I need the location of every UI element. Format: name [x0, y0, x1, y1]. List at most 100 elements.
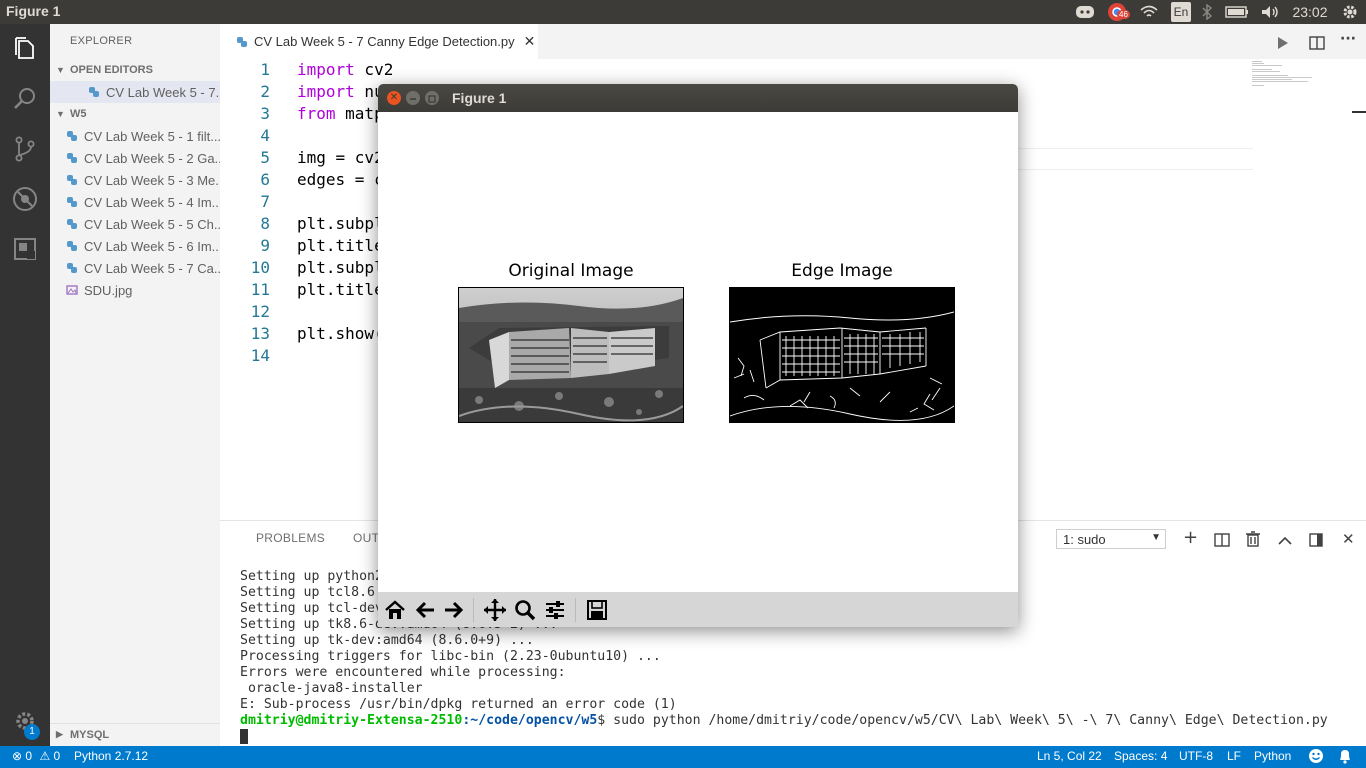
home-icon[interactable] [381, 596, 409, 624]
figure-titlebar[interactable]: ✕ Figure 1 [378, 84, 1018, 112]
terminal-line: Setting up python2 [240, 569, 383, 584]
terminal-line: Errors were encountered while processing… [240, 665, 566, 680]
line-number: 9 [260, 236, 270, 255]
trash-icon[interactable] [1246, 531, 1260, 551]
search-icon[interactable] [0, 76, 50, 122]
new-terminal-icon[interactable]: + [1183, 529, 1198, 547]
zoom-magnifier-icon[interactable] [511, 596, 539, 624]
line-number: 3 [260, 104, 270, 123]
close-panel-icon[interactable]: ✕ [1342, 530, 1355, 548]
settings-gear-icon[interactable]: 1 [0, 698, 50, 744]
image-file-icon [66, 284, 78, 296]
maximize-window-icon[interactable] [425, 91, 439, 105]
system-gear-icon[interactable] [1339, 2, 1361, 22]
bluetooth-icon[interactable] [1198, 2, 1216, 22]
terminal-line: Setting up tcl-dev [240, 601, 383, 616]
mysql-section[interactable]: ▶ MYSQL [50, 723, 220, 745]
code-line[interactable]: plt.show( [297, 324, 384, 343]
python-file-icon [88, 86, 100, 98]
line-number: 5 [260, 148, 270, 167]
minimap[interactable] [1250, 60, 1350, 90]
extensions-icon[interactable] [0, 226, 50, 272]
code-line[interactable]: plt.subpl [297, 258, 384, 277]
python-interpreter[interactable]: Python 2.7.12 [74, 749, 148, 763]
status-bar: ⊗ 0 ⚠ 0 Python 2.7.12 Ln 5, Col 22 Space… [0, 746, 1366, 768]
file-item[interactable]: SDU.jpg [50, 279, 220, 301]
battery-icon[interactable] [1224, 2, 1250, 22]
file-item[interactable]: CV Lab Week 5 - 3 Me... [50, 169, 220, 191]
wifi-icon[interactable] [1138, 2, 1160, 22]
indentation[interactable]: Spaces: 4 [1114, 749, 1167, 763]
explorer-icon[interactable] [0, 26, 50, 72]
toggle-panel-position-icon[interactable] [1309, 532, 1323, 551]
clock[interactable]: 23:02 [1288, 2, 1332, 22]
minimize-window-icon[interactable] [406, 91, 420, 105]
prompt-user: dmitriy@dmitriy-Extensa-2510 [240, 713, 463, 728]
file-item[interactable]: CV Lab Week 5 - 1 filt... [50, 125, 220, 147]
explorer-title: EXPLORER [70, 35, 133, 47]
volume-icon[interactable] [1258, 2, 1282, 22]
keyboard-layout-indicator[interactable]: En [1171, 2, 1191, 22]
open-editors-section[interactable]: ▼ OPEN EDITORS [50, 59, 220, 81]
split-editor-icon[interactable] [1309, 35, 1325, 54]
folder-w5-section[interactable]: ▼ W5 [50, 103, 220, 125]
code-line[interactable]: edges = c [297, 170, 384, 189]
save-figure-icon[interactable] [583, 596, 611, 624]
scrollbar[interactable] [1352, 111, 1366, 113]
pan-move-icon[interactable] [481, 596, 509, 624]
run-icon[interactable] [1276, 35, 1290, 54]
dropdown-arrow-icon: ▼ [1151, 532, 1161, 543]
open-editor-item[interactable]: CV Lab Week 5 - 7... [50, 81, 220, 103]
warning-icon: ⚠ [39, 749, 51, 763]
python-file-icon [66, 196, 78, 208]
code-line[interactable]: import nu [297, 82, 384, 101]
file-item[interactable]: CV Lab Week 5 - 6 Im... [50, 235, 220, 257]
terminal-line: Setting up tcl8.6 [240, 585, 375, 600]
chrome-icon[interactable]: 46 [1104, 2, 1130, 22]
forward-arrow-icon[interactable] [440, 596, 468, 624]
cursor-position[interactable]: Ln 5, Col 22 [1037, 749, 1102, 763]
original-image [458, 287, 684, 423]
code-line[interactable]: plt.title [297, 236, 384, 255]
edge-image [729, 287, 955, 423]
prompt-path: :~/code/opencv/w5 [462, 713, 598, 728]
code-line[interactable]: plt.subpl [297, 214, 384, 233]
back-arrow-icon[interactable] [411, 596, 439, 624]
feedback-smiley-icon[interactable] [1308, 748, 1324, 767]
debug-icon[interactable] [0, 176, 50, 222]
source-control-icon[interactable] [0, 126, 50, 172]
chevron-right-icon: ▶ [56, 729, 63, 739]
more-actions-icon[interactable]: ··· [1340, 31, 1356, 47]
terminal-prompt[interactable]: dmitriy@dmitriy-Extensa-2510:~/code/open… [240, 713, 1328, 729]
split-terminal-icon[interactable] [1214, 532, 1230, 551]
maximize-panel-icon[interactable] [1278, 532, 1292, 551]
current-line-highlight [1018, 148, 1253, 170]
terminal-select[interactable]: 1: sudo ▼ [1056, 529, 1166, 549]
file-item[interactable]: CV Lab Week 5 - 4 Im... [50, 191, 220, 213]
discord-icon[interactable] [1073, 2, 1097, 22]
configure-subplots-icon[interactable] [541, 596, 569, 624]
close-window-icon[interactable]: ✕ [387, 91, 401, 105]
file-item[interactable]: CV Lab Week 5 - 5 Ch... [50, 213, 220, 235]
encoding[interactable]: UTF-8 [1179, 749, 1213, 763]
line-ending[interactable]: LF [1227, 749, 1241, 763]
tab-canny-edge-detection[interactable]: CV Lab Week 5 - 7 Canny Edge Detection.p… [220, 24, 538, 59]
file-item[interactable]: CV Lab Week 5 - 7 Ca... [50, 257, 220, 279]
tab-output[interactable]: OUT [353, 531, 379, 545]
file-item[interactable]: CV Lab Week 5 - 2 Ga... [50, 147, 220, 169]
figure-window: ✕ Figure 1 Original Image Edge Image [378, 84, 1018, 627]
explorer-sidebar: EXPLORER ▼ OPEN EDITORS CV Lab Week 5 - 7… [50, 24, 220, 746]
code-line[interactable]: from matp [297, 104, 384, 123]
terminal-line: oracle-java8-installer [240, 681, 423, 696]
close-icon[interactable]: ✕ [524, 33, 536, 50]
code-line[interactable]: plt.title [297, 280, 384, 299]
problems-indicator[interactable]: ⊗ 0 ⚠ 0 [12, 749, 60, 763]
terminal-line: Processing triggers for libc-bin (2.23-0… [240, 649, 661, 664]
language-mode[interactable]: Python [1254, 749, 1291, 763]
line-number: 6 [260, 170, 270, 189]
code-line[interactable]: img = cv2 [297, 148, 384, 167]
code-line[interactable]: import cv2 [297, 60, 393, 79]
line-number: 1 [260, 60, 270, 79]
notifications-bell-icon[interactable] [1338, 748, 1352, 767]
tab-problems[interactable]: PROBLEMS [256, 531, 325, 545]
